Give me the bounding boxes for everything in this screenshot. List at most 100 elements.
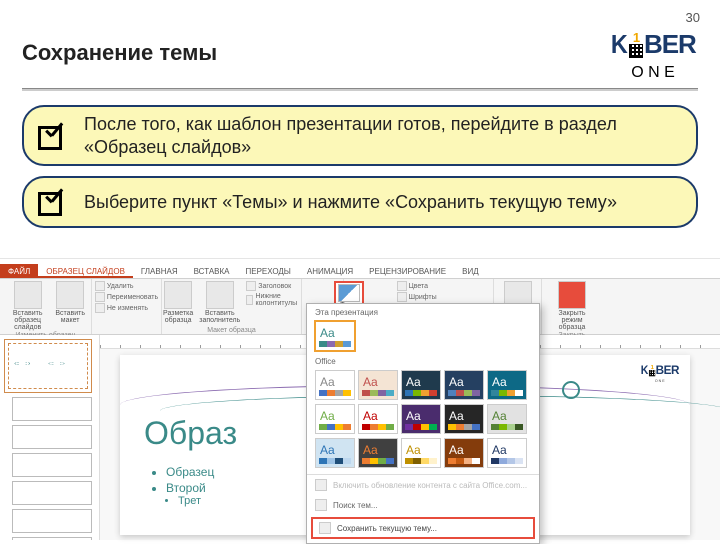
preserve-button[interactable]: Не изменять: [95, 303, 148, 313]
theme-swatch[interactable]: Aa: [358, 404, 398, 434]
layout-icon: [164, 281, 192, 309]
logo: K 1 BER O N E: [608, 24, 698, 82]
callout-1: После того, как шаблон презентации готов…: [22, 105, 698, 166]
delete-label: Удалить: [107, 283, 134, 290]
tab-view[interactable]: ВИД: [454, 264, 487, 278]
checkbox-icon: [246, 295, 253, 305]
insert-layout-button[interactable]: Вставить макет: [55, 281, 85, 331]
delete-button[interactable]: Удалить: [95, 281, 134, 291]
ribbon-tabbar: ФАЙЛ ОБРАЗЕЦ СЛАЙДОВ ГЛАВНАЯ ВСТАВКА ПЕР…: [0, 259, 720, 279]
rename-icon: [95, 292, 105, 302]
tab-home[interactable]: ГЛАВНАЯ: [133, 264, 186, 278]
fonts-label: Шрифты: [409, 294, 437, 301]
title-underline: [22, 88, 698, 91]
fonts-button[interactable]: Шрифты: [397, 292, 437, 302]
master-layout-label: Разметка образца: [163, 310, 193, 324]
colors-icon: [397, 281, 407, 291]
thumbnail-layout[interactable]: [12, 509, 92, 533]
refresh-icon: [315, 479, 327, 491]
page-title: Сохранение темы: [22, 40, 217, 66]
check-icon: [34, 118, 70, 154]
preserve-icon: [95, 303, 105, 313]
thumbnail-master[interactable]: [4, 339, 92, 393]
logo-sub: O N E: [631, 64, 675, 82]
colors-label: Цвета: [409, 283, 429, 290]
thumbnail-panel: [0, 335, 100, 540]
theme-swatch[interactable]: Aa: [444, 404, 484, 434]
callout-2: Выберите пункт «Темы» и нажмите «Сохрани…: [22, 176, 698, 228]
thumbnail-layout[interactable]: [12, 481, 92, 505]
theme-swatch[interactable]: Aa: [315, 404, 355, 434]
insert-master-button[interactable]: Вставить образец слайдов: [6, 281, 49, 331]
logo-sub: O N E: [655, 379, 665, 383]
theme-swatch[interactable]: Aa: [315, 438, 355, 468]
gallery-option-save-theme[interactable]: Сохранить текущую тему...: [311, 517, 535, 539]
theme-swatch[interactable]: Aa: [487, 370, 527, 400]
rename-label: Переименовать: [107, 294, 158, 301]
screenshot-area: ФАЙЛ ОБРАЗЕЦ СЛАЙДОВ ГЛАВНАЯ ВСТАВКА ПЕР…: [0, 258, 720, 540]
theme-swatch[interactable]: Aa: [487, 438, 527, 468]
folder-icon: [315, 499, 327, 511]
slide-logo: K 1 BER O N E: [640, 361, 681, 383]
slide-layout-icon: [56, 281, 84, 309]
thumbnail-layout[interactable]: [12, 397, 92, 421]
theme-swatch[interactable]: Aa: [444, 438, 484, 468]
logo-k: K: [611, 29, 627, 60]
theme-swatch-current[interactable]: Aa: [315, 321, 355, 351]
rename-button[interactable]: Переименовать: [95, 292, 158, 302]
slide-body-placeholder: Образец Второй Трет: [154, 465, 214, 509]
logo-ber: BER: [644, 29, 696, 60]
theme-swatch[interactable]: Aa: [401, 370, 441, 400]
gallery-option-browse-label: Поиск тем...: [333, 501, 378, 510]
title-checkbox[interactable]: Заголовок: [246, 281, 300, 291]
theme-swatch[interactable]: Aa: [315, 370, 355, 400]
insert-placeholder-button[interactable]: Вставить заполнитель: [199, 281, 240, 324]
bullet: Образец: [166, 465, 214, 479]
footers-checkbox-label: Нижние колонтитулы: [255, 293, 300, 307]
bullet: Второй Трет: [166, 481, 214, 507]
callout-1-text: После того, как шаблон презентации готов…: [84, 113, 678, 158]
checkbox-icon: [246, 281, 256, 291]
tab-animation[interactable]: АНИМАЦИЯ: [299, 264, 361, 278]
decorative-circle: [562, 381, 580, 399]
insert-master-label: Вставить образец слайдов: [6, 310, 49, 331]
save-icon: [319, 522, 331, 534]
close-master-button[interactable]: Закрыть режим образца: [548, 281, 596, 331]
thumbnail-layout[interactable]: [12, 453, 92, 477]
tab-insert[interactable]: ВСТАВКА: [186, 264, 238, 278]
tab-transitions[interactable]: ПЕРЕХОДЫ: [237, 264, 298, 278]
gallery-option-save-label: Сохранить текущую тему...: [337, 524, 437, 533]
gallery-option-online-label: Включить обновление контента с сайта Off…: [333, 481, 527, 490]
theme-swatch[interactable]: Aa: [358, 438, 398, 468]
group-master-layout-label: Макет образца: [207, 327, 255, 334]
theme-swatch[interactable]: Aa: [401, 404, 441, 434]
page-number: 30: [686, 10, 700, 25]
footers-checkbox[interactable]: Нижние колонтитулы: [246, 293, 300, 307]
slide-title-placeholder: Образ: [144, 415, 237, 452]
close-icon: [558, 281, 586, 309]
theme-swatch[interactable]: Aa: [401, 438, 441, 468]
themes-icon: [338, 284, 360, 302]
insert-layout-label: Вставить макет: [55, 310, 85, 324]
tab-review[interactable]: РЕЦЕНЗИРОВАНИЕ: [361, 264, 454, 278]
tab-slide-master[interactable]: ОБРАЗЕЦ СЛАЙДОВ: [38, 264, 133, 278]
title-checkbox-label: Заголовок: [258, 283, 291, 290]
colors-button[interactable]: Цвета: [397, 281, 429, 291]
tab-file[interactable]: ФАЙЛ: [0, 264, 38, 278]
master-layout-button[interactable]: Разметка образца: [163, 281, 193, 324]
logo-ber: BER: [656, 363, 679, 377]
callout-2-text: Выберите пункт «Темы» и нажмите «Сохрани…: [84, 191, 617, 214]
gallery-option-online: Включить обновление контента с сайта Off…: [307, 475, 539, 495]
gallery-option-browse[interactable]: Поиск тем...: [307, 495, 539, 515]
theme-swatch[interactable]: Aa: [358, 370, 398, 400]
theme-swatch[interactable]: Aa: [487, 404, 527, 434]
fonts-icon: [397, 292, 407, 302]
thumbnail-layout[interactable]: [12, 425, 92, 449]
insert-placeholder-label: Вставить заполнитель: [199, 310, 240, 324]
close-master-label: Закрыть режим образца: [548, 310, 596, 331]
theme-swatch[interactable]: Aa: [444, 370, 484, 400]
preserve-label: Не изменять: [107, 305, 148, 312]
logo-one: 1: [633, 31, 639, 44]
delete-icon: [95, 281, 105, 291]
check-icon: [34, 184, 70, 220]
